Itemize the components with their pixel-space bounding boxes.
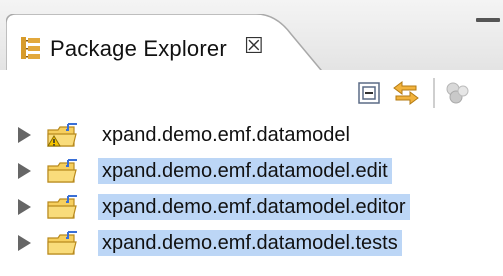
close-icon[interactable]: ☒: [244, 36, 264, 58]
expand-arrow-icon[interactable]: [18, 235, 31, 251]
tree-item-label[interactable]: xpand.demo.emf.datamodel: [98, 122, 354, 148]
view-title: Package Explorer: [50, 36, 227, 61]
expand-arrow-icon[interactable]: [18, 163, 31, 179]
tree-row[interactable]: xpand.demo.emf.datamodel.edit: [0, 152, 503, 190]
link-with-editor-icon[interactable]: [392, 80, 420, 106]
package-explorer-icon: [20, 36, 42, 60]
project-folder-icon: [46, 230, 80, 258]
project-folder-warning-icon: [46, 122, 80, 150]
minimize-icon[interactable]: [476, 18, 500, 22]
tree-row[interactable]: xpand.demo.emf.datamodel.editor: [0, 188, 503, 226]
tree-item-label[interactable]: xpand.demo.emf.datamodel.edit: [98, 158, 392, 184]
expand-arrow-icon[interactable]: [18, 127, 31, 143]
tree-row[interactable]: xpand.demo.emf.datamodel: [0, 116, 503, 154]
tab-package-explorer[interactable]: Package Explorer ☒: [6, 14, 336, 78]
project-folder-icon: [46, 194, 80, 222]
project-folder-icon: [46, 158, 80, 186]
tree-item-label[interactable]: xpand.demo.emf.datamodel.tests: [98, 230, 402, 256]
collapse-all-icon[interactable]: [358, 82, 380, 104]
tree-row[interactable]: xpand.demo.emf.datamodel.tests: [0, 224, 503, 262]
tree-item-label[interactable]: xpand.demo.emf.datamodel.editor: [98, 194, 410, 220]
expand-arrow-icon[interactable]: [18, 199, 31, 215]
view-toolbar: [0, 70, 503, 114]
view-menu-icon[interactable]: [444, 80, 472, 106]
toolbar-separator: [433, 78, 435, 108]
